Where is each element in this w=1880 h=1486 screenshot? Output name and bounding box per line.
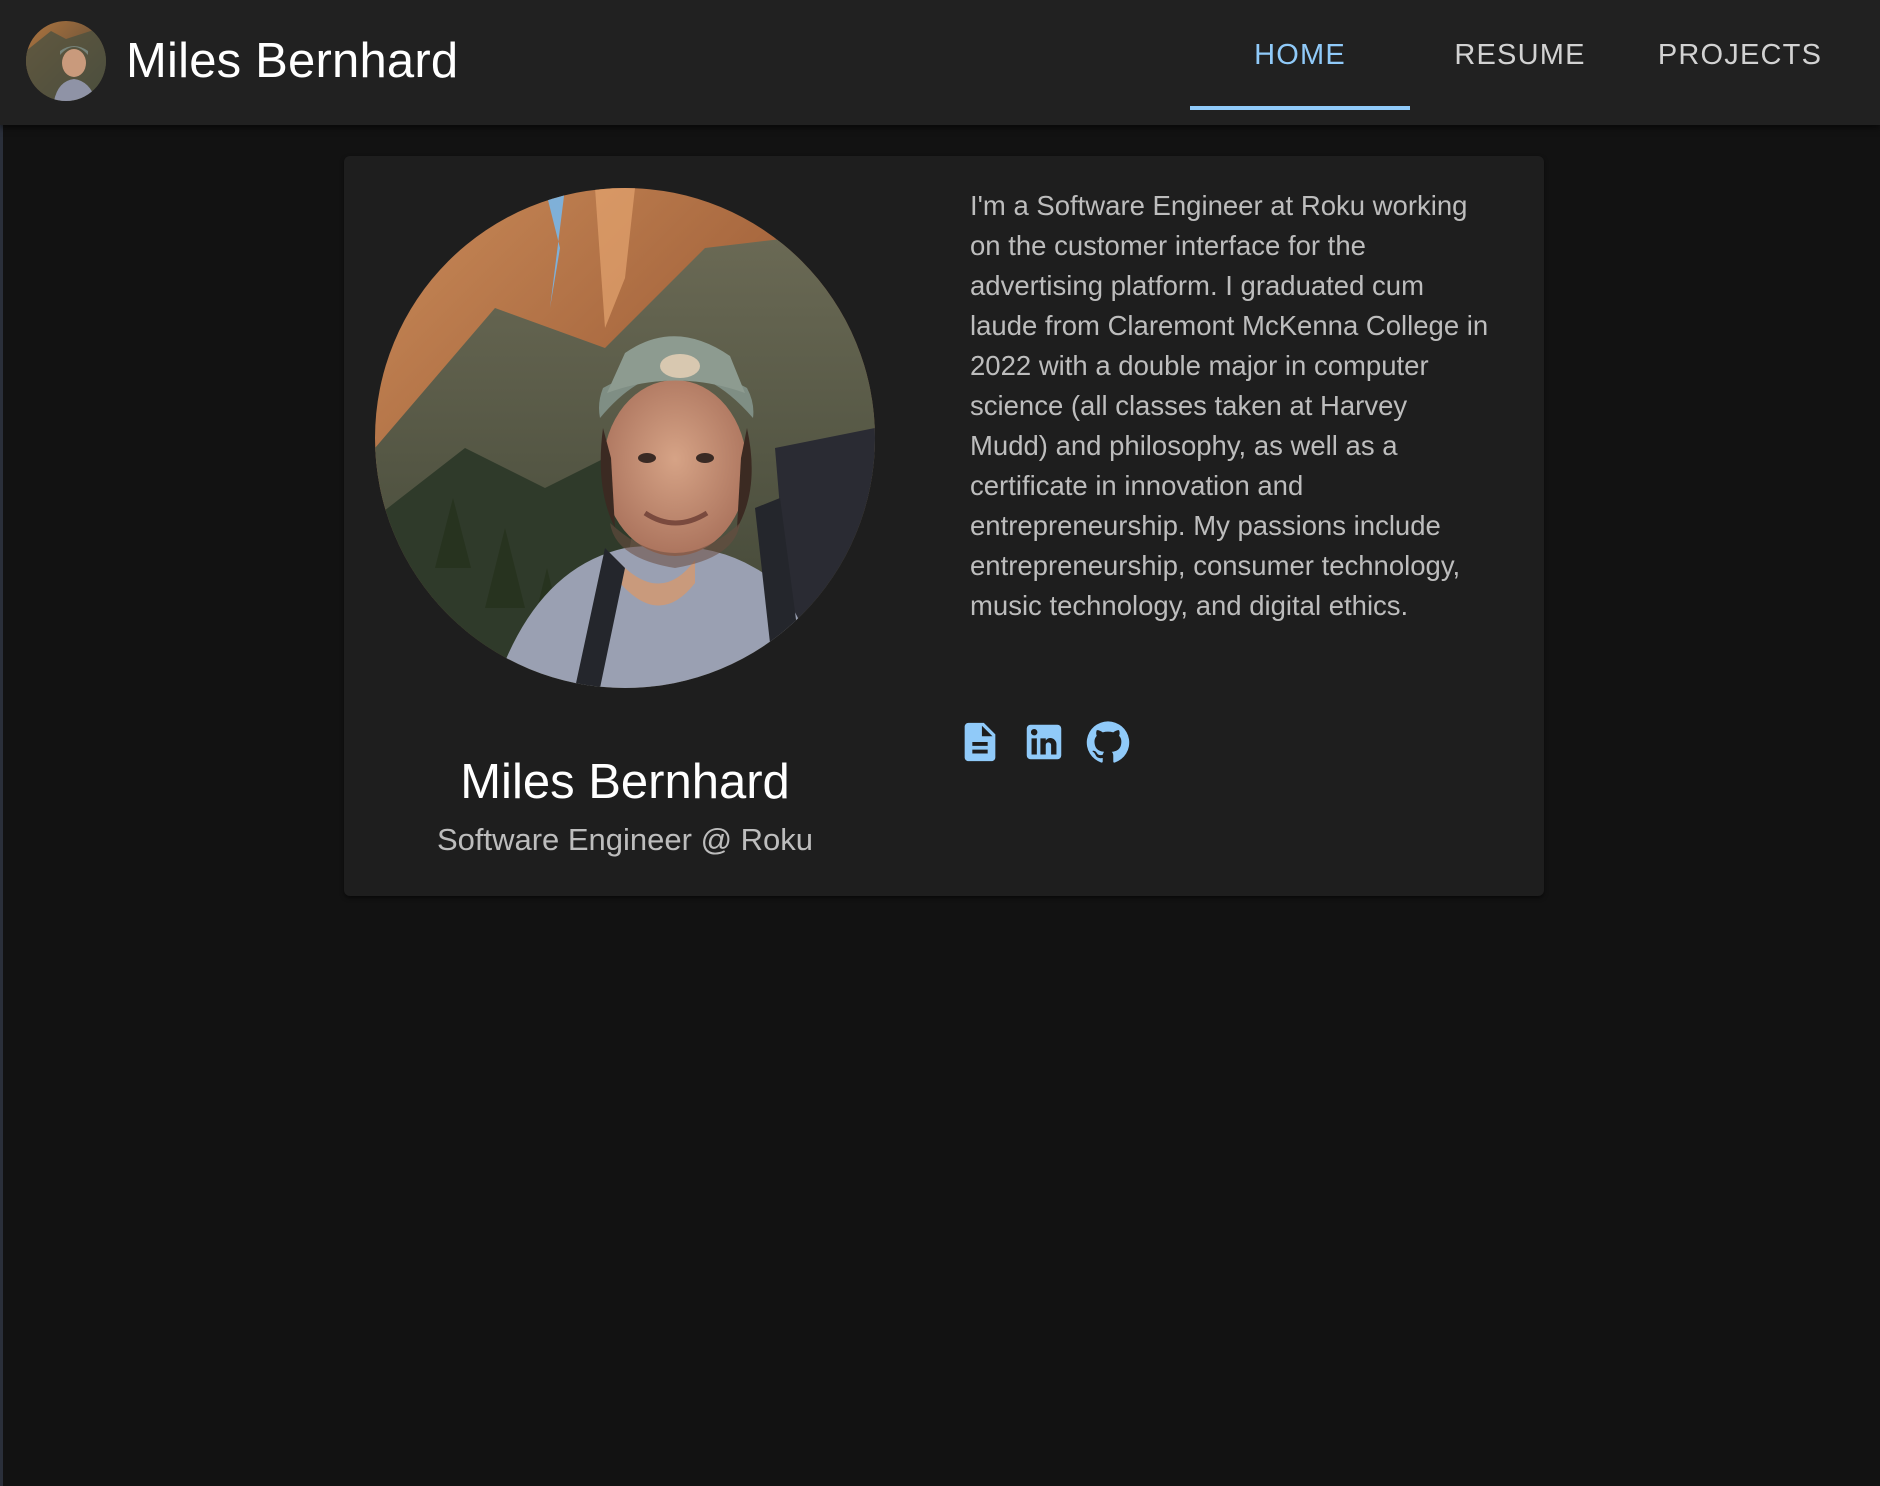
tab-projects-label: PROJECTS: [1657, 38, 1823, 71]
tab-resume-label: RESUME: [1454, 38, 1586, 71]
brand[interactable]: Miles Bernhard: [26, 21, 458, 101]
profile-role: Software Engineer @ Roku: [436, 822, 814, 857]
app-bar: Miles Bernhard HOME RESUME PROJECTS: [0, 0, 1880, 125]
avatar: [26, 21, 106, 101]
document-icon: [957, 719, 1003, 765]
linkedin-icon: [1021, 719, 1067, 765]
tab-home[interactable]: HOME: [1190, 0, 1410, 110]
profile-photo: [375, 188, 875, 688]
profile-name: Miles Bernhard: [460, 755, 790, 809]
window-edge: [0, 0, 3, 1486]
linkedin-link[interactable]: [1020, 718, 1068, 766]
nav-tabs: HOME RESUME PROJECTS: [1190, 0, 1850, 125]
app-title: Miles Bernhard: [126, 34, 459, 88]
github-icon: [1085, 719, 1131, 765]
tab-projects[interactable]: PROJECTS: [1630, 0, 1850, 110]
tab-resume[interactable]: RESUME: [1410, 0, 1630, 110]
github-link[interactable]: [1084, 718, 1132, 766]
social-links: [956, 718, 1132, 766]
bio-text: I'm a Software Engineer at Roku working …: [970, 190, 1489, 621]
profile-card: Miles Bernhard Software Engineer @ Roku …: [344, 156, 1544, 896]
tab-home-label: HOME: [1254, 38, 1346, 71]
resume-link[interactable]: [956, 718, 1004, 766]
active-tab-indicator: [1190, 106, 1410, 110]
